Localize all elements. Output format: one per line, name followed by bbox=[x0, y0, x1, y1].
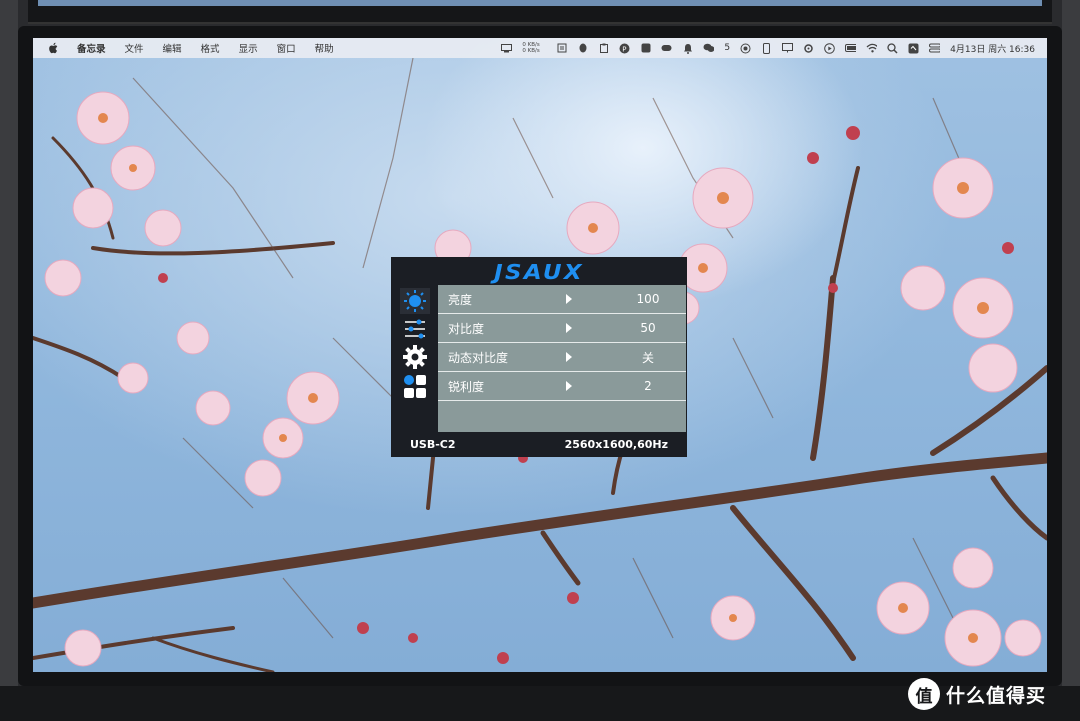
menu-view[interactable]: 显示 bbox=[239, 41, 258, 55]
apple-logo-icon[interactable] bbox=[47, 41, 61, 55]
play-icon[interactable] bbox=[824, 42, 835, 54]
arrow-right-icon bbox=[566, 294, 572, 304]
watermark-logo-icon: 值 bbox=[908, 678, 940, 710]
siri-icon[interactable] bbox=[908, 43, 919, 54]
osd-resolution: 2560x1600,60Hz bbox=[564, 437, 668, 451]
monitor-stand-left bbox=[0, 0, 18, 721]
menu-file[interactable]: 文件 bbox=[125, 41, 144, 55]
watermark-text: 什么值得买 bbox=[946, 684, 1047, 707]
osd-header: JSAUX bbox=[392, 258, 686, 285]
osd-status-footer: USB-C2 2560x1600,60Hz bbox=[392, 432, 686, 456]
arrow-right-icon bbox=[566, 323, 572, 333]
arrow-right-icon bbox=[566, 352, 572, 362]
menu-format[interactable]: 格式 bbox=[201, 41, 220, 55]
wifi-icon[interactable] bbox=[866, 43, 878, 54]
osd-row-label: 对比度 bbox=[448, 321, 485, 336]
monitor-osd-menu: JSAUX 亮度 100 对比度 50 动态对比度 关 锐利度 2 USB-C2… bbox=[391, 257, 687, 457]
menu-help[interactable]: 帮助 bbox=[315, 41, 334, 55]
jsaux-brand-logo: JSAUX bbox=[494, 259, 584, 284]
wechat-icon[interactable] bbox=[703, 43, 715, 54]
osd-settings-list: 亮度 100 对比度 50 动态对比度 关 锐利度 2 bbox=[438, 285, 686, 401]
osd-row-value: 关 bbox=[641, 350, 654, 365]
macos-menu-bar: 备忘录 文件 编辑 格式 显示 窗口 帮助 0 KB/s0 KB/s P 5 bbox=[33, 38, 1047, 58]
bell-icon[interactable] bbox=[682, 43, 693, 54]
spotlight-search-icon[interactable] bbox=[887, 42, 898, 54]
menu-window[interactable]: 窗口 bbox=[277, 41, 296, 55]
osd-row-brightness[interactable]: 亮度 100 bbox=[438, 285, 686, 314]
multi-window-grid-icon[interactable] bbox=[400, 374, 430, 400]
osd-row-sharpness[interactable]: 锐利度 2 bbox=[438, 372, 686, 401]
osd-row-label: 动态对比度 bbox=[448, 350, 509, 365]
monitor-icon[interactable] bbox=[782, 43, 794, 54]
osd-row-value: 50 bbox=[640, 321, 656, 335]
display-icon[interactable] bbox=[501, 43, 513, 54]
brightness-sun-icon[interactable] bbox=[400, 288, 430, 314]
osd-category-sidebar bbox=[392, 285, 438, 432]
monitor-stand-right bbox=[1062, 0, 1080, 721]
notes-icon[interactable] bbox=[556, 43, 567, 54]
menu-bar-status-area: 0 KB/s 0 KB/s P 5 4月13日 周六 16:36 bbox=[501, 38, 1035, 58]
gear-settings-icon[interactable] bbox=[400, 344, 430, 370]
desktop-screen: 备忘录 文件 编辑 格式 显示 窗口 帮助 0 KB/s0 KB/s P 5 bbox=[33, 38, 1047, 672]
osd-row-value: 2 bbox=[644, 379, 652, 393]
battery-icon[interactable] bbox=[845, 43, 857, 54]
p-app-icon[interactable]: P bbox=[619, 43, 630, 54]
phone-icon[interactable] bbox=[761, 42, 772, 54]
screen-recorder-icon[interactable] bbox=[740, 43, 751, 54]
osd-row-contrast[interactable]: 对比度 50 bbox=[438, 314, 686, 343]
download-speed: 0 KB/s bbox=[522, 48, 540, 54]
wechat-badge-count: 5 bbox=[724, 43, 731, 53]
osd-row-label: 锐利度 bbox=[448, 379, 485, 394]
control-center-icon[interactable] bbox=[929, 43, 941, 54]
osd-input-source: USB-C2 bbox=[410, 437, 456, 451]
osd-row-value: 100 bbox=[636, 292, 660, 306]
smzdm-watermark: 值 什么值得买 bbox=[908, 677, 1046, 711]
menu-edit[interactable]: 编辑 bbox=[163, 41, 182, 55]
arrow-right-icon bbox=[566, 381, 572, 391]
menu-bar-clock[interactable]: 4月13日 周六 16:36 bbox=[950, 42, 1035, 55]
osd-row-dynamic-contrast[interactable]: 动态对比度 关 bbox=[438, 343, 686, 372]
clipboard-icon[interactable] bbox=[598, 43, 609, 54]
osd-row-label: 亮度 bbox=[448, 292, 473, 307]
upper-monitor-edge bbox=[28, 0, 1052, 24]
svg-text:P: P bbox=[623, 45, 627, 53]
game-controller-icon[interactable] bbox=[661, 43, 672, 54]
image-adjust-sliders-icon[interactable] bbox=[400, 316, 430, 342]
qq-icon[interactable] bbox=[577, 43, 588, 54]
settings-icon[interactable] bbox=[803, 43, 814, 54]
network-speed[interactable]: 0 KB/s 0 KB/s bbox=[522, 42, 546, 54]
tray-app-icon[interactable] bbox=[640, 43, 651, 54]
menu-app-name[interactable]: 备忘录 bbox=[77, 41, 106, 55]
